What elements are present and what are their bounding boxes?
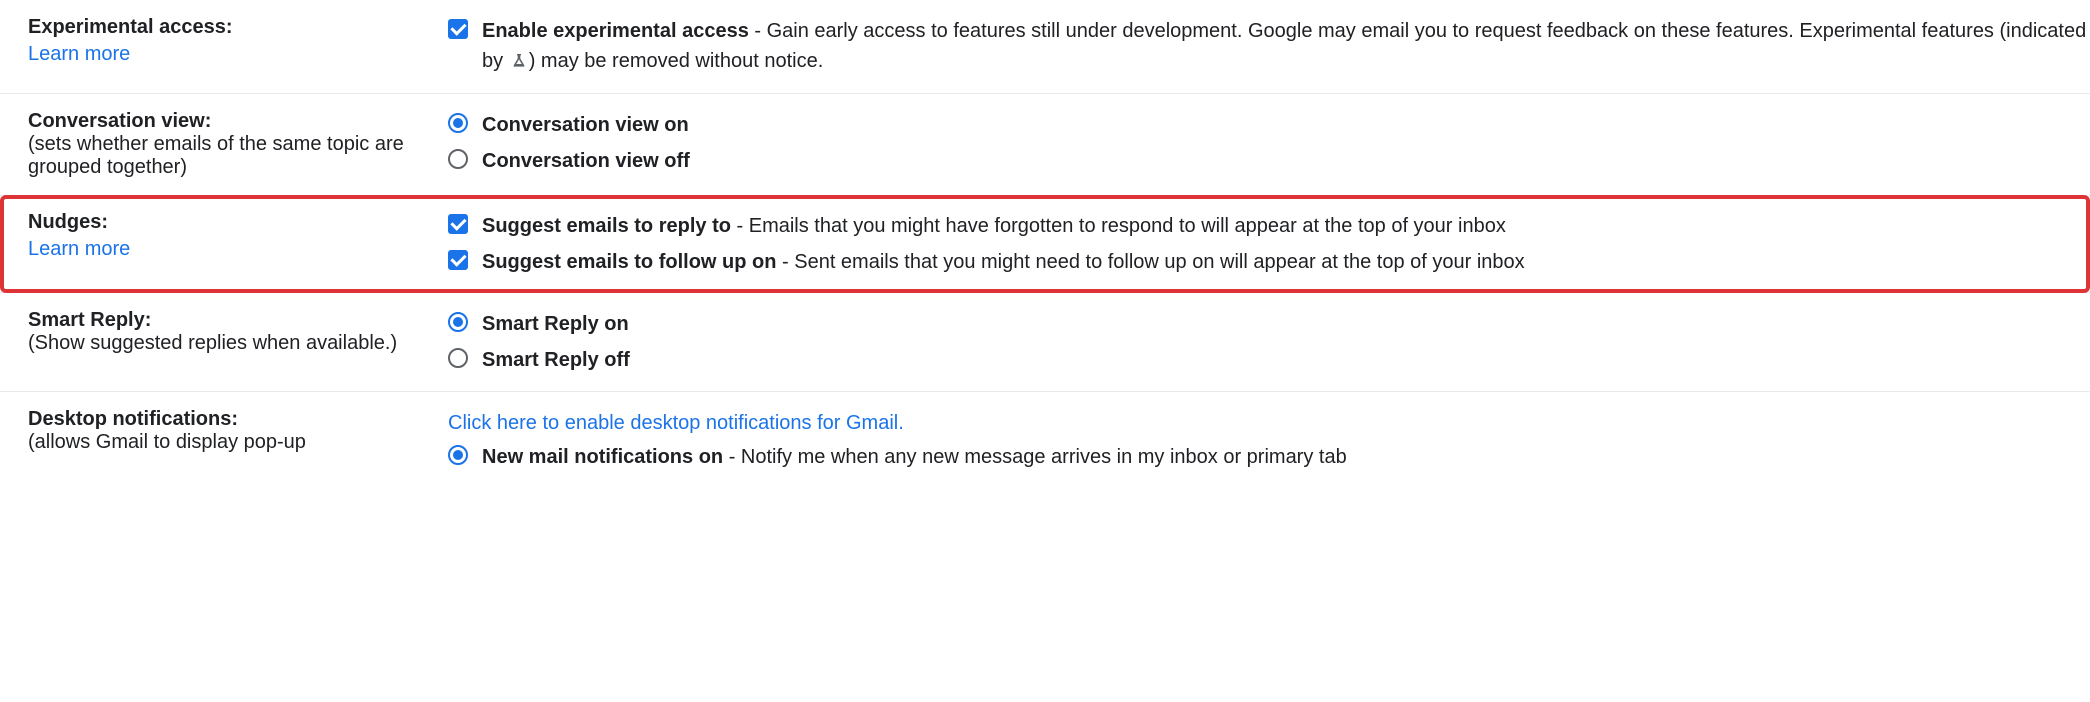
conversation-title: Conversation view: [28, 110, 211, 132]
nudges-follow-row: Suggest emails to follow up on - Sent em… [448, 247, 2086, 277]
desktop-new-row: New mail notifications on - Notify me wh… [448, 442, 2090, 472]
smartreply-off-radio[interactable] [448, 348, 468, 368]
label-column: Experimental access: Learn more [28, 16, 448, 77]
smartreply-title: Smart Reply: [28, 309, 151, 331]
label-column: Conversation view: (sets whether emails … [28, 110, 448, 179]
content-column: Enable experimental access - Gain early … [448, 16, 2090, 77]
desktop-new-radio[interactable] [448, 445, 468, 465]
content-column: Click here to enable desktop notificatio… [448, 408, 2090, 472]
conversation-sub: (sets whether emails of the same topic a… [28, 133, 404, 178]
nudges-section: Nudges: Learn more Suggest emails to rep… [0, 195, 2090, 293]
conversation-on-label: Conversation view on [482, 110, 2090, 140]
nudges-follow-label: Suggest emails to follow up on [482, 251, 776, 273]
experimental-text: Enable experimental access - Gain early … [482, 16, 2090, 77]
conversation-off-row: Conversation view off [448, 146, 2090, 176]
smartreply-off-label: Smart Reply off [482, 345, 2090, 375]
experimental-access-section: Experimental access: Learn more Enable e… [0, 0, 2090, 94]
nudges-reply-text: Suggest emails to reply to - Emails that… [482, 211, 2086, 241]
smartreply-on-row: Smart Reply on [448, 309, 2090, 339]
label-column: Desktop notifications: (allows Gmail to … [28, 408, 448, 472]
conversation-on-row: Conversation view on [448, 110, 2090, 140]
desktop-new-label: New mail notifications on [482, 446, 723, 468]
desktop-new-text: New mail notifications on - Notify me wh… [482, 442, 2090, 472]
nudges-reply-row: Suggest emails to reply to - Emails that… [448, 211, 2086, 241]
label-column: Nudges: Learn more [28, 211, 448, 277]
experimental-learn-more-link[interactable]: Learn more [28, 43, 130, 66]
flask-icon [511, 47, 527, 77]
desktop-notifications-section: Desktop notifications: (allows Gmail to … [0, 391, 2090, 488]
desktop-enable-row: Click here to enable desktop notificatio… [448, 408, 2090, 438]
experimental-row: Enable experimental access - Gain early … [448, 16, 2090, 77]
content-column: Suggest emails to reply to - Emails that… [448, 211, 2086, 277]
content-column: Smart Reply on Smart Reply off [448, 309, 2090, 375]
nudges-learn-more-link[interactable]: Learn more [28, 238, 130, 261]
experimental-title: Experimental access: [28, 16, 233, 38]
smartreply-off-row: Smart Reply off [448, 345, 2090, 375]
conversation-on-radio[interactable] [448, 113, 468, 133]
smart-reply-section: Smart Reply: (Show suggested replies whe… [0, 292, 2090, 392]
nudges-follow-checkbox[interactable] [448, 250, 468, 270]
nudges-reply-label: Suggest emails to reply to [482, 215, 731, 237]
label-column: Smart Reply: (Show suggested replies whe… [28, 309, 448, 375]
experimental-checkbox[interactable] [448, 19, 468, 39]
conversation-view-section: Conversation view: (sets whether emails … [0, 93, 2090, 196]
desktop-sub: (allows Gmail to display pop-up [28, 431, 306, 453]
desktop-title: Desktop notifications: [28, 408, 238, 430]
smartreply-on-label: Smart Reply on [482, 309, 2090, 339]
nudges-follow-text: Suggest emails to follow up on - Sent em… [482, 247, 2086, 277]
desktop-enable-link[interactable]: Click here to enable desktop notificatio… [448, 408, 904, 438]
content-column: Conversation view on Conversation view o… [448, 110, 2090, 179]
conversation-off-radio[interactable] [448, 149, 468, 169]
nudges-reply-checkbox[interactable] [448, 214, 468, 234]
experimental-desc-2: ) may be removed without notice. [529, 50, 824, 72]
desktop-new-desc: - Notify me when any new message arrives… [723, 446, 1347, 468]
smartreply-on-radio[interactable] [448, 312, 468, 332]
conversation-off-label: Conversation view off [482, 146, 2090, 176]
experimental-option-label: Enable experimental access [482, 20, 749, 42]
smartreply-sub: (Show suggested replies when available.) [28, 332, 397, 354]
nudges-follow-desc: - Sent emails that you might need to fol… [776, 251, 1524, 273]
nudges-title: Nudges: [28, 211, 108, 233]
nudges-reply-desc: - Emails that you might have forgotten t… [731, 215, 1506, 237]
